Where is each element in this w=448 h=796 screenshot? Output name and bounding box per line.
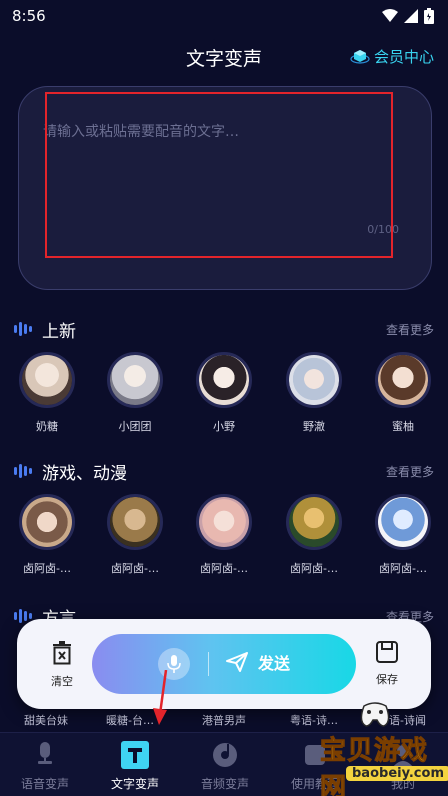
save-label: 保存 bbox=[376, 673, 398, 686]
voice-card[interactable]: 卤阿卤-… bbox=[270, 494, 358, 576]
voice-name[interactable]: 港普男声 bbox=[202, 712, 246, 728]
voice-card[interactable]: 小野 bbox=[180, 352, 268, 434]
nav-label: 音频变声 bbox=[200, 777, 249, 791]
text-input-area[interactable]: 请输入或粘贴需要配音的文字… 0/100 bbox=[18, 86, 432, 290]
save-button[interactable]: 保存 bbox=[362, 641, 412, 687]
watermark-url: baobeiy.com bbox=[346, 766, 448, 781]
avatar bbox=[286, 352, 342, 408]
voice-card[interactable]: 卤阿卤-… bbox=[91, 494, 179, 576]
battery-icon bbox=[424, 8, 434, 24]
avatar bbox=[196, 352, 252, 408]
audio-disc-icon bbox=[211, 741, 239, 769]
paper-plane-icon bbox=[226, 652, 248, 672]
member-center-link[interactable]: 会员中心 bbox=[350, 46, 434, 67]
cube-icon bbox=[350, 49, 370, 64]
status-bar: 8:56 bbox=[0, 0, 448, 32]
trash-icon bbox=[53, 641, 71, 665]
nav-label: 语音变声 bbox=[20, 777, 69, 791]
avatar bbox=[286, 494, 342, 550]
see-more-link[interactable]: 查看更多 bbox=[386, 321, 434, 338]
save-icon bbox=[376, 641, 398, 663]
avatar bbox=[107, 352, 163, 408]
voice-card[interactable]: 卤阿卤-… bbox=[359, 494, 447, 576]
voice-name: 卤阿卤-… bbox=[200, 562, 248, 575]
nav-label: 文字变声 bbox=[110, 777, 159, 791]
voice-input-button[interactable] bbox=[158, 648, 190, 680]
see-more-link[interactable]: 查看更多 bbox=[386, 463, 434, 480]
member-center-label: 会员中心 bbox=[373, 48, 434, 66]
avatar bbox=[196, 494, 252, 550]
voice-name: 小野 bbox=[213, 420, 235, 433]
voice-card[interactable]: 野澈 bbox=[270, 352, 358, 434]
watermark-logo: 宝贝游戏网 baobeiy.com bbox=[294, 700, 448, 796]
microphone-icon bbox=[31, 741, 59, 769]
clear-button[interactable]: 清空 bbox=[37, 641, 87, 689]
avatar bbox=[107, 494, 163, 550]
nav-audio-voice[interactable]: 音频变声 bbox=[180, 741, 270, 792]
microphone-icon bbox=[167, 655, 181, 673]
voice-card[interactable]: 蜜柚 bbox=[359, 352, 447, 434]
avatar bbox=[375, 352, 431, 408]
text-t-icon bbox=[121, 741, 149, 769]
section-title: 上新 bbox=[42, 322, 76, 342]
voice-name: 卤阿卤-… bbox=[290, 562, 338, 575]
title-bar: 文字变声 会员中心 bbox=[0, 40, 448, 74]
sound-wave-icon bbox=[14, 321, 32, 337]
voice-name[interactable]: 暖糖-台… bbox=[106, 712, 154, 728]
signal-icon bbox=[404, 9, 418, 23]
voice-name: 野澈 bbox=[303, 420, 325, 433]
char-counter: 0/100 bbox=[367, 223, 399, 236]
status-time: 8:56 bbox=[12, 7, 46, 25]
action-panel: 清空 发送 保存 bbox=[17, 619, 431, 709]
text-input-placeholder: 请输入或粘贴需要配音的文字… bbox=[43, 124, 239, 140]
section-header-new: 上新 查看更多 bbox=[14, 317, 434, 342]
divider bbox=[208, 652, 209, 676]
voice-card[interactable]: 卤阿卤-… bbox=[180, 494, 268, 576]
voice-card[interactable]: 卤阿卤-… bbox=[3, 494, 91, 576]
voice-name: 小团团 bbox=[118, 420, 152, 433]
clear-label: 清空 bbox=[51, 675, 73, 688]
sound-wave-icon bbox=[14, 463, 32, 479]
nav-voice-change[interactable]: 语音变声 bbox=[0, 741, 90, 792]
voice-card[interactable]: 奶糖 bbox=[3, 352, 91, 434]
voice-name: 卤阿卤-… bbox=[23, 562, 71, 575]
status-icons bbox=[382, 8, 434, 24]
send-button[interactable]: 发送 bbox=[226, 650, 290, 674]
voice-name: 蜜柚 bbox=[392, 420, 414, 433]
voice-name: 卤阿卤-… bbox=[111, 562, 159, 575]
avatar bbox=[375, 494, 431, 550]
wifi-icon bbox=[382, 9, 398, 22]
send-pill: 发送 bbox=[92, 634, 356, 694]
voice-card[interactable]: 小团团 bbox=[91, 352, 179, 434]
voice-row-new: 奶糖 小团团 小野 野澈 蜜柚 bbox=[0, 352, 448, 442]
nav-text-voice[interactable]: 文字变声 bbox=[90, 741, 180, 792]
avatar bbox=[19, 494, 75, 550]
section-title: 游戏、动漫 bbox=[42, 464, 127, 484]
voice-row-games: 卤阿卤-… 卤阿卤-… 卤阿卤-… 卤阿卤-… 卤阿卤-… bbox=[0, 494, 448, 584]
voice-name: 奶糖 bbox=[36, 420, 58, 433]
game-controller-icon bbox=[360, 702, 390, 727]
send-label: 发送 bbox=[258, 654, 291, 673]
voice-name: 卤阿卤-… bbox=[379, 562, 427, 575]
voice-name[interactable]: 甜美台妹 bbox=[24, 712, 68, 728]
avatar bbox=[19, 352, 75, 408]
section-header-games: 游戏、动漫 查看更多 bbox=[14, 459, 434, 484]
watermark-title: 宝贝游戏网 bbox=[320, 736, 429, 796]
